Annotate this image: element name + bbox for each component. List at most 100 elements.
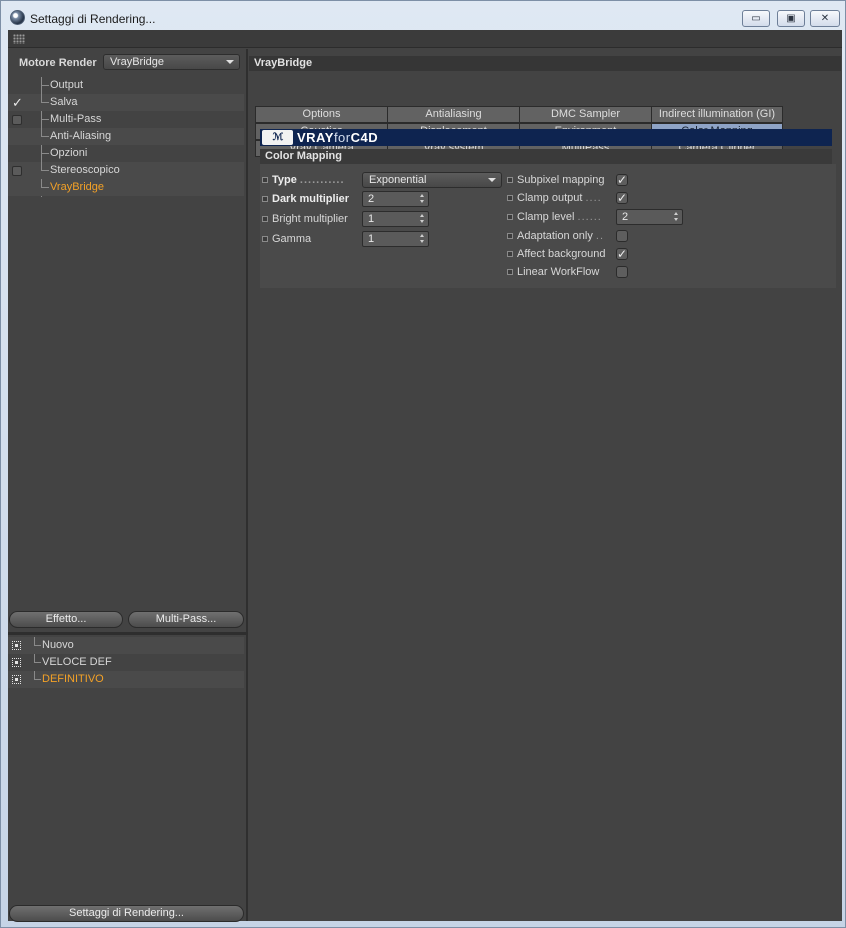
- preset-label: VELOCE DEF: [42, 656, 112, 668]
- bright-multiplier-label: Bright multiplier: [272, 213, 348, 225]
- panel-divider[interactable]: [8, 632, 248, 635]
- dark-multiplier-param: Dark multiplier: [262, 191, 362, 207]
- leader-dots: ....: [585, 192, 602, 204]
- affect-background-checkbox[interactable]: ✓: [616, 248, 628, 260]
- param-animate-dot[interactable]: [507, 177, 513, 183]
- window-client-area: Motore Render VrayBridge Output ✓ Salva …: [8, 30, 842, 922]
- maximize-button[interactable]: ▣: [777, 10, 805, 27]
- tree-item-label: Anti-Aliasing: [50, 130, 112, 142]
- vray-logo-icon: ℳ: [262, 130, 293, 145]
- spinner-arrows-icon[interactable]: [420, 193, 425, 205]
- adaptation-only-param: Adaptation only ..: [507, 228, 617, 244]
- type-dropdown[interactable]: Exponential: [362, 172, 502, 188]
- render-engine-label: Motore Render: [19, 57, 97, 69]
- type-value: Exponential: [369, 174, 427, 186]
- enable-checkbox[interactable]: [12, 115, 22, 125]
- adaptation-only-checkbox[interactable]: [616, 230, 628, 242]
- vray-logo-text: VRAYforC4D: [297, 130, 378, 145]
- tree-branch: [41, 77, 49, 86]
- param-animate-dot[interactable]: [507, 269, 513, 275]
- render-settings-button[interactable]: Settaggi di Rendering...: [9, 905, 244, 922]
- spinner-arrows-icon[interactable]: [420, 213, 425, 225]
- tab-dmc-sampler[interactable]: DMC Sampler: [519, 106, 652, 123]
- effect-button[interactable]: Effetto...: [9, 611, 123, 628]
- tree-branch: [41, 128, 49, 137]
- leader-dots: ...........: [299, 174, 345, 186]
- tree-branch: [41, 162, 49, 171]
- preset-item-veloce-def[interactable]: VELOCE DEF: [8, 654, 244, 671]
- logo-text-vray: VRAY: [297, 130, 334, 145]
- preset-icon: [12, 658, 21, 667]
- tree-branch: [41, 179, 49, 188]
- tab-options[interactable]: Options: [255, 106, 388, 123]
- gamma-value: 1: [368, 233, 375, 245]
- tree-item-multi-pass[interactable]: Multi-Pass: [8, 111, 244, 128]
- dark-multiplier-field[interactable]: 2: [362, 191, 429, 207]
- multi-pass-button[interactable]: Multi-Pass...: [128, 611, 244, 628]
- title-bar[interactable]: Settaggi di Rendering... ▭ ▣ ✕: [1, 1, 846, 29]
- tree-item-label: Stereoscopico: [50, 164, 120, 176]
- preset-item-nuovo[interactable]: Nuovo: [8, 637, 244, 654]
- clamp-output-param: Clamp output ....: [507, 190, 617, 206]
- preset-item-definitivo[interactable]: DEFINITIVO: [8, 671, 244, 688]
- param-animate-dot[interactable]: [507, 233, 513, 239]
- adaptation-only-label: Adaptation only ..: [517, 228, 604, 244]
- preset-icon: [12, 641, 21, 650]
- bright-multiplier-field[interactable]: 1: [362, 211, 429, 227]
- clamp-level-field[interactable]: 2: [616, 209, 683, 225]
- tree-item-vraybridge[interactable]: VrayBridge: [8, 179, 244, 196]
- param-animate-dot[interactable]: [262, 216, 268, 222]
- tab-antialiasing[interactable]: Antialiasing: [387, 106, 520, 123]
- bright-multiplier-value: 1: [368, 213, 375, 225]
- cinema4d-app-icon: [10, 10, 25, 25]
- chevron-down-icon: [226, 60, 234, 64]
- param-animate-dot[interactable]: [262, 236, 268, 242]
- clamp-level-label-text: Clamp level: [517, 211, 575, 223]
- param-animate-dot[interactable]: [262, 177, 268, 183]
- bright-multiplier-param: Bright multiplier: [262, 211, 362, 227]
- tree-item-output[interactable]: Output: [8, 77, 244, 94]
- adaptation-only-label-text: Adaptation only: [517, 230, 593, 242]
- tree-item-label: Opzioni: [50, 147, 88, 159]
- spinner-arrows-icon[interactable]: [420, 233, 425, 245]
- checkmark-icon[interactable]: ✓: [12, 94, 23, 111]
- leader-dots: ..: [595, 230, 605, 242]
- tree-item-stereoscopico[interactable]: Stereoscopico: [8, 162, 244, 179]
- grip-handle-icon[interactable]: [13, 34, 25, 44]
- vraybridge-header: VrayBridge: [249, 56, 841, 71]
- render-engine-dropdown[interactable]: VrayBridge: [103, 54, 240, 70]
- preset-label: DEFINITIVO: [42, 673, 104, 685]
- clamp-output-checkbox[interactable]: ✓: [616, 192, 628, 204]
- window-title: Settaggi di Rendering...: [30, 12, 156, 26]
- subpixel-mapping-checkbox[interactable]: ✓: [616, 174, 628, 186]
- tree-item-label: Salva: [50, 96, 78, 108]
- linear-workflow-checkbox[interactable]: [616, 266, 628, 278]
- spinner-arrows-icon[interactable]: [674, 211, 679, 223]
- dark-multiplier-label: Dark multiplier: [272, 193, 350, 205]
- clamp-output-label: Clamp output ....: [517, 190, 602, 206]
- gamma-param: Gamma: [262, 231, 362, 247]
- param-animate-dot[interactable]: [262, 196, 268, 202]
- tree-item-anti-aliasing[interactable]: Anti-Aliasing: [8, 128, 244, 145]
- subpixel-mapping-label: Subpixel mapping: [517, 174, 605, 186]
- tree-branch: [34, 671, 41, 680]
- color-mapping-section-title: Color Mapping: [260, 149, 832, 164]
- param-animate-dot[interactable]: [507, 195, 513, 201]
- tree-item-opzioni[interactable]: Opzioni: [8, 145, 244, 162]
- linear-workflow-param: Linear WorkFlow: [507, 264, 617, 280]
- panel-grip-bar[interactable]: [8, 30, 842, 48]
- param-animate-dot[interactable]: [507, 214, 513, 220]
- preset-label: Nuovo: [42, 639, 74, 651]
- linear-workflow-label: Linear WorkFlow: [517, 266, 600, 278]
- tree-item-label: Output: [50, 79, 84, 91]
- tree-item-salva[interactable]: ✓ Salva: [8, 94, 244, 111]
- param-animate-dot[interactable]: [507, 251, 513, 257]
- minimize-button[interactable]: ▭: [742, 10, 770, 27]
- gamma-field[interactable]: 1: [362, 231, 429, 247]
- close-button[interactable]: ✕: [810, 10, 840, 27]
- enable-checkbox[interactable]: [12, 166, 22, 176]
- type-param: Type ...........: [262, 172, 362, 188]
- chevron-down-icon: [488, 178, 496, 182]
- logo-text-for: for: [333, 130, 351, 145]
- tab-indirect-illumination[interactable]: Indirect illumination (GI): [651, 106, 783, 123]
